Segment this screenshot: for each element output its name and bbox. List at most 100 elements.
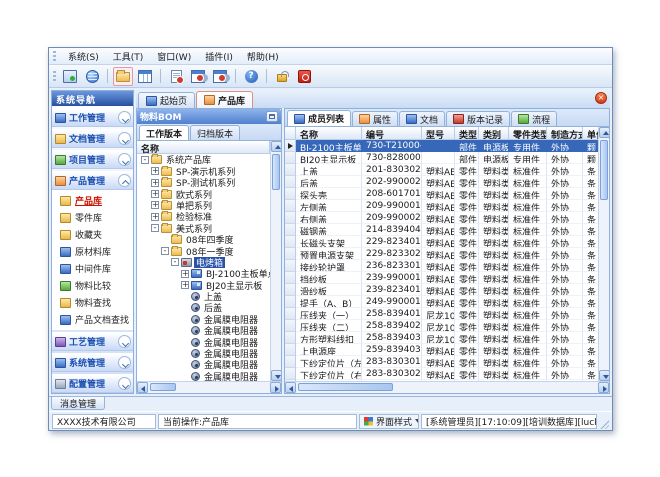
menu-item[interactable]: 工具(T): [106, 49, 151, 64]
chevron-down-icon[interactable]: [118, 111, 131, 124]
panel-float-button[interactable]: [266, 111, 278, 122]
table-row[interactable]: BJ20主显示板730-828000-04I部件电源板专用件外协颗: [285, 152, 598, 164]
tree-collapse-box-icon[interactable]: -: [161, 247, 169, 255]
detail-tab-版本记录[interactable]: 版本记录: [446, 111, 510, 126]
version-tab-工作版本[interactable]: 工作版本: [139, 125, 189, 140]
column-header-名称[interactable]: 名称: [296, 127, 362, 140]
scroll-up-button[interactable]: [271, 141, 281, 152]
table-row[interactable]: 提手（A、B）249-990001-01I塑料ABS零件塑料类标准件外协条: [285, 296, 598, 308]
toolbar-button-folder[interactable]: [113, 67, 133, 86]
sidebar-item-零件库[interactable]: 零件库: [52, 209, 133, 226]
column-header-制造方式[interactable]: 制造方式: [547, 127, 583, 140]
table-row[interactable]: 长磁头支架229-823401-00I塑料ABS零件塑料类标准件外协条: [285, 236, 598, 248]
column-header-类别[interactable]: 类别: [479, 127, 509, 140]
chevron-up-icon[interactable]: [118, 174, 131, 187]
tree-node-SP-测试机系列[interactable]: +SP-测试机系列: [137, 177, 270, 188]
table-row[interactable]: 接纱轮护罩236-823301-00I塑料ABS零件塑料类标准件外协条: [285, 260, 598, 272]
sidebar-section-工艺管理[interactable]: 工艺管理: [52, 332, 133, 351]
tree-expand-box-icon[interactable]: +: [151, 201, 159, 209]
tree-horizontal-scrollbar[interactable]: [137, 381, 281, 393]
detail-tab-属性[interactable]: 属性: [352, 111, 398, 126]
scroll-right-button[interactable]: [270, 382, 281, 393]
table-row[interactable]: BJ-2100主板单点730-T21000-12I部件电源板专用件外协颗: [285, 140, 598, 152]
scroll-thumb[interactable]: [272, 154, 280, 190]
tree-node-金属膜电阻器[interactable]: 金属膜电阻器: [137, 314, 270, 325]
table-horizontal-scrollbar[interactable]: [285, 381, 609, 393]
sidebar-section-项目管理[interactable]: 项目管理: [52, 150, 133, 169]
toolbar-button-exit[interactable]: [294, 67, 314, 86]
chevron-down-icon[interactable]: [118, 132, 131, 145]
tree-node-单把系列[interactable]: +单把系列: [137, 200, 270, 211]
tree-collapse-box-icon[interactable]: -: [141, 156, 149, 164]
table-row[interactable]: 下纱定位片（左）283-830301-00I塑料ABS零件塑料类标准件外协条: [285, 356, 598, 368]
toolbar-button-layout-grid[interactable]: [135, 67, 155, 86]
table-row[interactable]: 挡纱板239-990001-01I塑料ABS零件塑料类标准件外协条: [285, 272, 598, 284]
tree-node-08年一季度[interactable]: -08年一季度: [137, 246, 270, 257]
tree-expand-box-icon[interactable]: +: [151, 167, 159, 175]
sidebar-section-系统管理[interactable]: 系统管理: [52, 353, 133, 372]
table-row[interactable]: 压线夹（二）258-839402-00I尼龙1010零件塑料类标准件外协条: [285, 320, 598, 332]
detail-tab-流程[interactable]: 流程: [511, 111, 557, 126]
tree-node-金属膜电阻器[interactable]: 金属膜电阻器: [137, 359, 270, 370]
scroll-thumb[interactable]: [298, 383, 393, 391]
tree-node-BJ20主显示板[interactable]: +BJ20主显示板: [137, 280, 270, 291]
menu-item[interactable]: 系统(S): [61, 49, 106, 64]
tree-node-BJ-2100主板单点[interactable]: +BJ-2100主板单点: [137, 268, 270, 279]
sidebar-item-物料比较[interactable]: 物料比较: [52, 277, 133, 294]
tree-expand-box-icon[interactable]: +: [151, 190, 159, 198]
doc-tab-起始页[interactable]: 起始页: [138, 92, 195, 108]
menu-item[interactable]: 帮助(H): [240, 49, 286, 64]
column-header-型号[interactable]: 型号: [422, 127, 455, 140]
message-manager-tab[interactable]: 消息管理: [51, 397, 105, 410]
sidebar-item-产品库[interactable]: 产品库: [52, 192, 133, 209]
scroll-left-button[interactable]: [137, 382, 148, 393]
tree-collapse-box-icon[interactable]: -: [171, 258, 179, 266]
sidebar-section-文档管理[interactable]: 文档管理: [52, 129, 133, 148]
tree-expand-box-icon[interactable]: +: [181, 270, 189, 278]
tree-node-美式系列[interactable]: -美式系列: [137, 223, 270, 234]
sidebar-item-收藏夹[interactable]: 收藏夹: [52, 226, 133, 243]
scroll-right-button[interactable]: [598, 382, 609, 393]
tree-expand-box-icon[interactable]: +: [151, 179, 159, 187]
chevron-down-icon[interactable]: [118, 153, 131, 166]
table-row[interactable]: 上电源座259-839403-00I塑料ABS零件塑料类标准件外协条: [285, 344, 598, 356]
tree-node-系统产品库[interactable]: -系统产品库: [137, 154, 270, 165]
tree-column-header[interactable]: 名称: [137, 141, 270, 154]
table-row[interactable]: 预置电源支架229-823302-00I塑料ABS零件塑料类标准件外协条: [285, 248, 598, 260]
toolbar-button-window-close[interactable]: [188, 67, 208, 86]
detail-tab-文档[interactable]: 文档: [399, 111, 445, 126]
toolbar-button-help[interactable]: ?: [241, 67, 261, 86]
column-header-编号[interactable]: 编号: [362, 127, 422, 140]
scroll-down-button[interactable]: [599, 370, 609, 381]
ui-style-dropdown[interactable]: 界面样式: [359, 414, 419, 429]
doc-tab-产品库[interactable]: 产品库: [196, 91, 253, 108]
sidebar-item-中间件库[interactable]: 中间件库: [52, 260, 133, 277]
tree-expand-box-icon[interactable]: +: [181, 281, 189, 289]
tree-node-金属膜电阻器[interactable]: 金属膜电阻器: [137, 371, 270, 381]
column-header-类型[interactable]: 类型: [455, 127, 479, 140]
sidebar-item-原材料库[interactable]: 原材料库: [52, 243, 133, 260]
close-tab-button[interactable]: ×: [595, 92, 607, 104]
toolbar-button-globe[interactable]: [82, 67, 102, 86]
sidebar-item-物料查找[interactable]: 物料查找: [52, 294, 133, 311]
tree-vertical-scrollbar[interactable]: [270, 141, 281, 381]
menu-item[interactable]: 插件(I): [198, 49, 240, 64]
menu-grip[interactable]: [53, 51, 56, 62]
tree-node-后盖[interactable]: 后盖: [137, 302, 270, 313]
table-row[interactable]: 探头壳208-601701-01I塑料ABS零件塑料类标准件外协条: [285, 188, 598, 200]
sidebar-section-配置管理[interactable]: 配置管理: [52, 374, 133, 393]
scroll-thumb[interactable]: [150, 383, 176, 391]
column-header-零件类型[interactable]: 零件类型: [509, 127, 547, 140]
chevron-down-icon[interactable]: [118, 377, 131, 390]
sidebar-section-工作管理[interactable]: 工作管理: [52, 108, 133, 127]
scroll-up-button[interactable]: [599, 127, 609, 138]
chevron-down-icon[interactable]: [118, 335, 131, 348]
menu-item[interactable]: 窗口(W): [150, 49, 198, 64]
version-tab-归档版本[interactable]: 归档版本: [190, 125, 240, 140]
scroll-down-button[interactable]: [271, 370, 281, 381]
table-row[interactable]: 左侧盖209-990001-01I塑料ABS零件塑料类标准件外协条: [285, 200, 598, 212]
tree-node-金属膜电阻器[interactable]: 金属膜电阻器: [137, 325, 270, 336]
chevron-down-icon[interactable]: [118, 356, 131, 369]
table-vertical-scrollbar[interactable]: [598, 127, 609, 381]
table-row[interactable]: 滑纱板239-823401-00I塑料ABS零件塑料类标准件外协条: [285, 284, 598, 296]
